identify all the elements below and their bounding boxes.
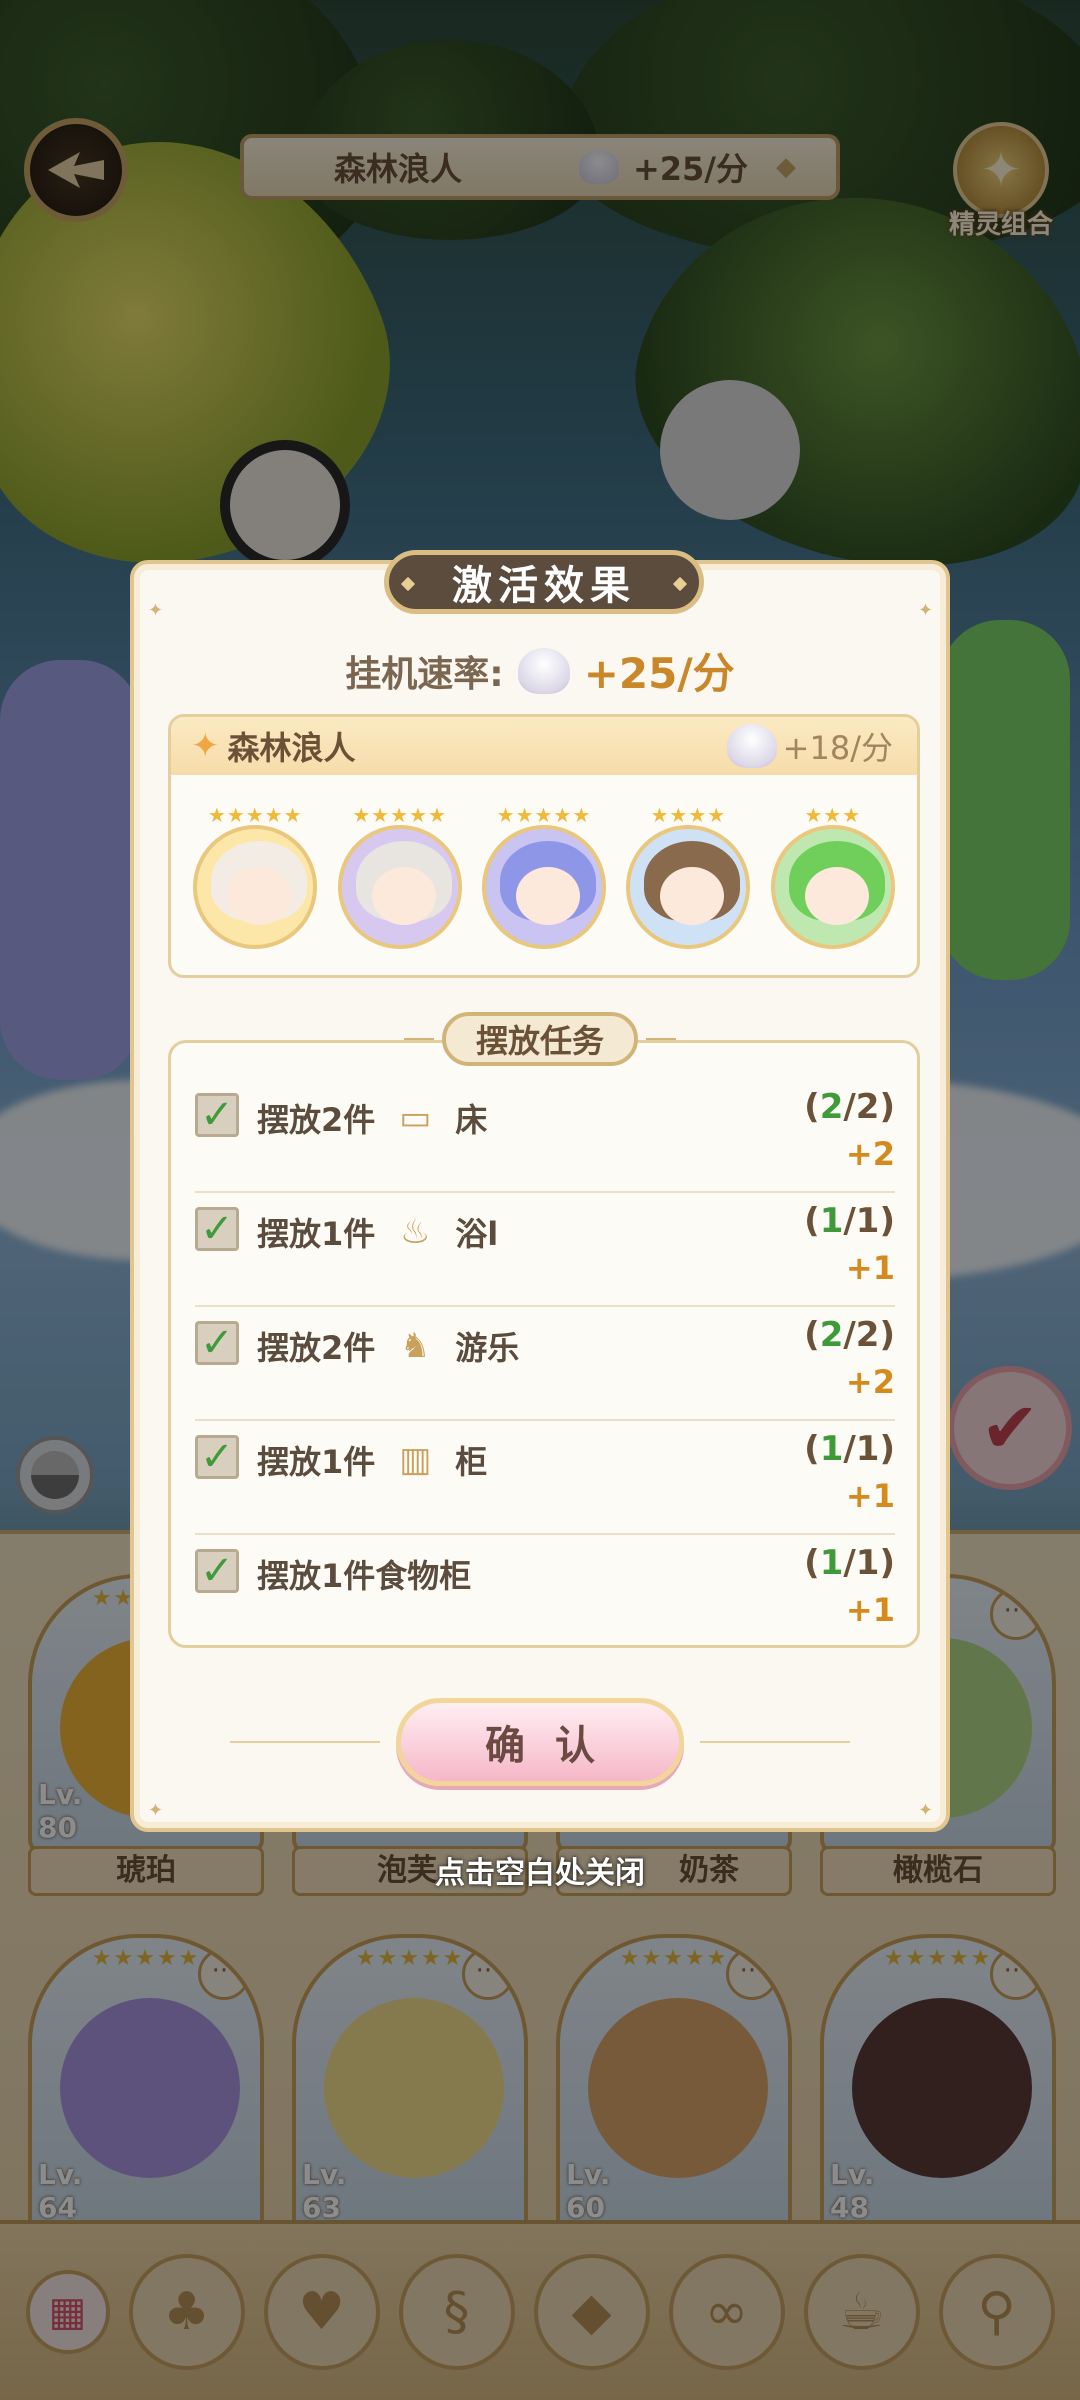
task-category: 柜: [455, 1443, 488, 1481]
spirit-avatar[interactable]: ★★★★★: [192, 803, 318, 949]
corner-ornament: ✦: [148, 1800, 164, 1821]
sparkle-icon: ✦: [191, 726, 220, 766]
spirit-avatar[interactable]: ★★★★★: [481, 803, 607, 949]
task-text: 摆放1件食物柜: [257, 1557, 472, 1595]
activation-effect-dialog: 激活效果 ✦ ✦ ✦ ✦ 挂机速率: +25/分 ✦ 森林浪人 +18/分 ★★…: [130, 550, 950, 1832]
idle-speed-value: +25/分: [583, 649, 735, 698]
completed-checkbox: ✓: [195, 1434, 239, 1480]
spirit-avatar[interactable]: ★★★: [770, 803, 896, 949]
task-progress: (1/1): [804, 1201, 895, 1241]
spirit-avatar-list: ★★★★★ ★★★★★ ★★★★★ ★★★★ ★★★: [171, 775, 917, 949]
task-text: 摆放2件: [257, 1101, 376, 1139]
idle-speed-label: 挂机速率:: [345, 653, 504, 695]
avatar-stars: ★★★★★: [496, 803, 592, 827]
task-progress: (1/1): [804, 1543, 895, 1583]
placement-task-list: ✓ 摆放2件 ▭ 床 (2/2) +2 ✓ 摆放1件 ♨ 浴l (1/1) +1…: [168, 1040, 920, 1648]
completed-checkbox: ✓: [195, 1548, 239, 1594]
task-reward: +1: [845, 1591, 895, 1629]
task-row: ✓ 摆放2件 ♞ 游乐 (2/2) +2: [195, 1307, 895, 1421]
task-text: 摆放1件: [257, 1215, 376, 1253]
tap-to-close-hint: 点击空白处关闭: [435, 1856, 645, 1891]
bath-icon: ♨: [400, 1212, 431, 1252]
corner-ornament: ✦: [918, 600, 934, 621]
task-row: ✓ 摆放1件 ♨ 浴l (1/1) +1: [195, 1193, 895, 1307]
task-reward: +1: [845, 1477, 895, 1515]
spirit-avatar[interactable]: ★★★★: [625, 803, 751, 949]
avatar-stars: ★★★★: [650, 803, 727, 827]
corner-ornament: ✦: [918, 1800, 934, 1821]
task-progress: (1/1): [804, 1429, 895, 1469]
task-row: ✓ 摆放1件 ▥ 柜 (1/1) +1: [195, 1421, 895, 1535]
spirit-group-header: ✦ 森林浪人 +18/分: [171, 717, 917, 775]
shell-icon: [726, 724, 777, 768]
cabinet-icon: ▥: [399, 1440, 432, 1480]
placement-task-heading: 摆放任务: [134, 1012, 946, 1066]
confirm-button[interactable]: 确认: [396, 1698, 684, 1786]
bed-icon: ▭: [399, 1098, 432, 1138]
task-row: ✓ 摆放1件食物柜 (1/1) +1: [195, 1535, 895, 1649]
task-text: 摆放2件: [257, 1329, 376, 1367]
task-reward: +2: [845, 1135, 895, 1173]
placement-task-title: 摆放任务: [441, 1012, 638, 1066]
task-category: 浴l: [455, 1215, 499, 1253]
task-reward: +1: [845, 1249, 895, 1287]
spirit-group-name: 森林浪人: [227, 729, 356, 767]
avatar-stars: ★★★: [804, 803, 862, 827]
spirit-group-box: ✦ 森林浪人 +18/分 ★★★★★ ★★★★★ ★★★★★ ★★★★ ★★★: [168, 714, 920, 978]
corner-ornament: ✦: [148, 600, 164, 621]
task-row: ✓ 摆放2件 ▭ 床 (2/2) +2: [195, 1079, 895, 1193]
task-category: 游乐: [455, 1329, 520, 1367]
task-reward: +2: [845, 1363, 895, 1401]
spirit-avatar[interactable]: ★★★★★: [337, 803, 463, 949]
task-text: 摆放1件: [257, 1443, 376, 1481]
task-category: 床: [455, 1101, 488, 1139]
completed-checkbox: ✓: [195, 1092, 239, 1138]
completed-checkbox: ✓: [195, 1320, 239, 1366]
confirm-row: 确认: [134, 1698, 946, 1786]
idle-speed-row: 挂机速率: +25/分: [134, 640, 946, 701]
task-progress: (2/2): [804, 1087, 895, 1127]
completed-checkbox: ✓: [195, 1206, 239, 1252]
avatar-stars: ★★★★★: [352, 803, 447, 827]
rocking-horse-icon: ♞: [400, 1326, 431, 1366]
task-progress: (2/2): [804, 1315, 895, 1355]
shell-icon: [517, 647, 570, 694]
avatar-stars: ★★★★★: [207, 803, 303, 827]
spirit-group-rate: +18/分: [782, 729, 893, 767]
dialog-title: 激活效果: [384, 550, 704, 614]
